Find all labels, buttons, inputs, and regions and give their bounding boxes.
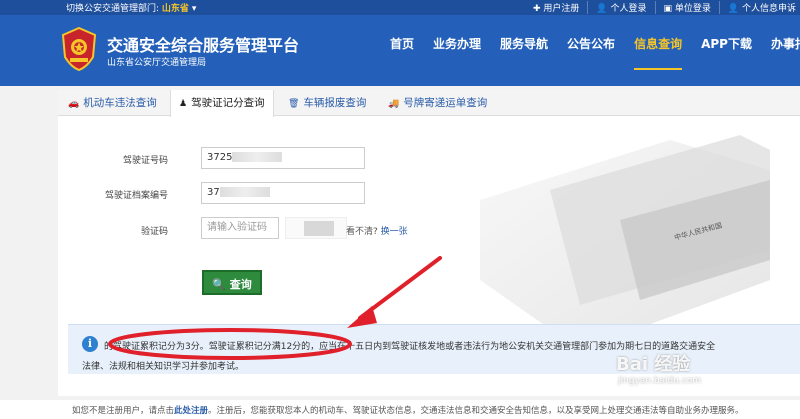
captcha-input[interactable]: 请输入验证码 <box>201 217 279 239</box>
result-line-2: 法律、法规和相关知识学习并参加考试。 <box>82 362 245 372</box>
nav-info-query[interactable]: 信息查询 <box>634 35 683 70</box>
police-emblem-icon <box>61 27 97 71</box>
query-tabs: 🚗 机动车违法查询 ♟ 驾驶证记分查询 🗑 车辆报废查询 🚚 号牌寄递运单查询 <box>58 90 800 117</box>
site-header: 交通安全综合服务管理平台 山东省公安厅交通管理局 首页 业务办理 服务导航 公告… <box>0 15 800 86</box>
captcha-refresh-link[interactable]: 换一张 <box>381 227 408 237</box>
captcha-image[interactable] <box>285 217 347 239</box>
site-subtitle: 山东省公安厅交通管理局 <box>107 58 207 68</box>
nav-business[interactable]: 业务办理 <box>433 35 481 70</box>
nav-service-guide[interactable]: 服务导航 <box>500 35 548 70</box>
tab-vehicle-scrap[interactable]: 🗑 车辆报废查询 <box>280 90 374 116</box>
site-title: 交通安全综合服务管理平台 <box>107 36 300 55</box>
province-name[interactable]: 山东省 <box>162 4 189 14</box>
province-switcher[interactable]: 切换公安交通管理部门: 山东省 ▾ <box>66 1 196 14</box>
footer-note: 如您不是注册用户，请点击此处注册。注册后，您能获取您本人的机动车、驾驶证状态信息… <box>0 400 800 419</box>
archive-number-label: 驾驶证档案编号 <box>104 191 168 201</box>
archive-number-input[interactable]: 37 <box>201 182 365 204</box>
unit-login-link[interactable]: ▣ 单位登录 <box>654 1 711 14</box>
top-utility-bar: 切换公安交通管理部门: 山东省 ▾ ✚ 用户注册 👤 个人登录 ▣ 单位登录 👤… <box>0 0 800 15</box>
personal-login-link[interactable]: 👤 个人登录 <box>587 1 647 14</box>
captcha-label: 验证码 <box>140 227 168 237</box>
person-icon: ♟ <box>179 99 188 109</box>
car-icon: 🚗 <box>68 99 80 109</box>
tab-vehicle-violation[interactable]: 🚗 机动车违法查询 <box>60 90 165 116</box>
nav-home[interactable]: 首页 <box>390 35 414 70</box>
license-number-label: 驾驶证号码 <box>122 156 168 166</box>
tab-plate-mail[interactable]: 🚚 号牌寄递运单查询 <box>380 90 495 116</box>
watermark-url: jingyan.baidu.com <box>618 376 702 386</box>
tab-license-points[interactable]: ♟ 驾驶证记分查询 <box>170 90 274 117</box>
info-appeal-link[interactable]: 👤 个人信息申诉 <box>718 1 796 14</box>
result-line-1: 的驾驶证累积记分为3分。驾驶证累积记分满12分的，应当在十五日内到驾驶证核发地或… <box>104 342 716 352</box>
register-here-link[interactable]: 此处注册 <box>174 406 208 416</box>
truck-icon: 🚚 <box>388 99 400 109</box>
result-text: 的驾驶证累积记分为3分。驾驶证累积记分满12分的，应当在十五日内到驾驶证核发地或… <box>82 337 798 377</box>
captcha-refresh: 看不清? 换一张 <box>346 227 408 237</box>
license-number-input[interactable]: 3725 <box>201 147 365 169</box>
nav-announcements[interactable]: 公告公布 <box>567 35 615 70</box>
redacted-block <box>232 152 283 162</box>
search-icon: 🔍 <box>212 278 226 291</box>
chevron-down-icon[interactable]: ▾ <box>192 4 197 14</box>
province-switch-label: 切换公安交通管理部门: <box>66 4 160 14</box>
nav-guide[interactable]: 办事指 <box>771 35 800 70</box>
trash-icon: 🗑 <box>288 99 300 109</box>
main-nav: 首页 业务办理 服务导航 公告公布 信息查询 APP下载 办事指 <box>390 35 800 70</box>
nav-app-download[interactable]: APP下载 <box>701 35 752 70</box>
query-button[interactable]: 🔍 查询 <box>202 270 262 295</box>
register-link[interactable]: ✚ 用户注册 <box>525 1 579 14</box>
redacted-block <box>219 187 270 197</box>
watermark-brand: Bai 经验 <box>616 354 691 375</box>
account-links: ✚ 用户注册 👤 个人登录 ▣ 单位登录 👤 个人信息申诉 <box>517 1 796 14</box>
